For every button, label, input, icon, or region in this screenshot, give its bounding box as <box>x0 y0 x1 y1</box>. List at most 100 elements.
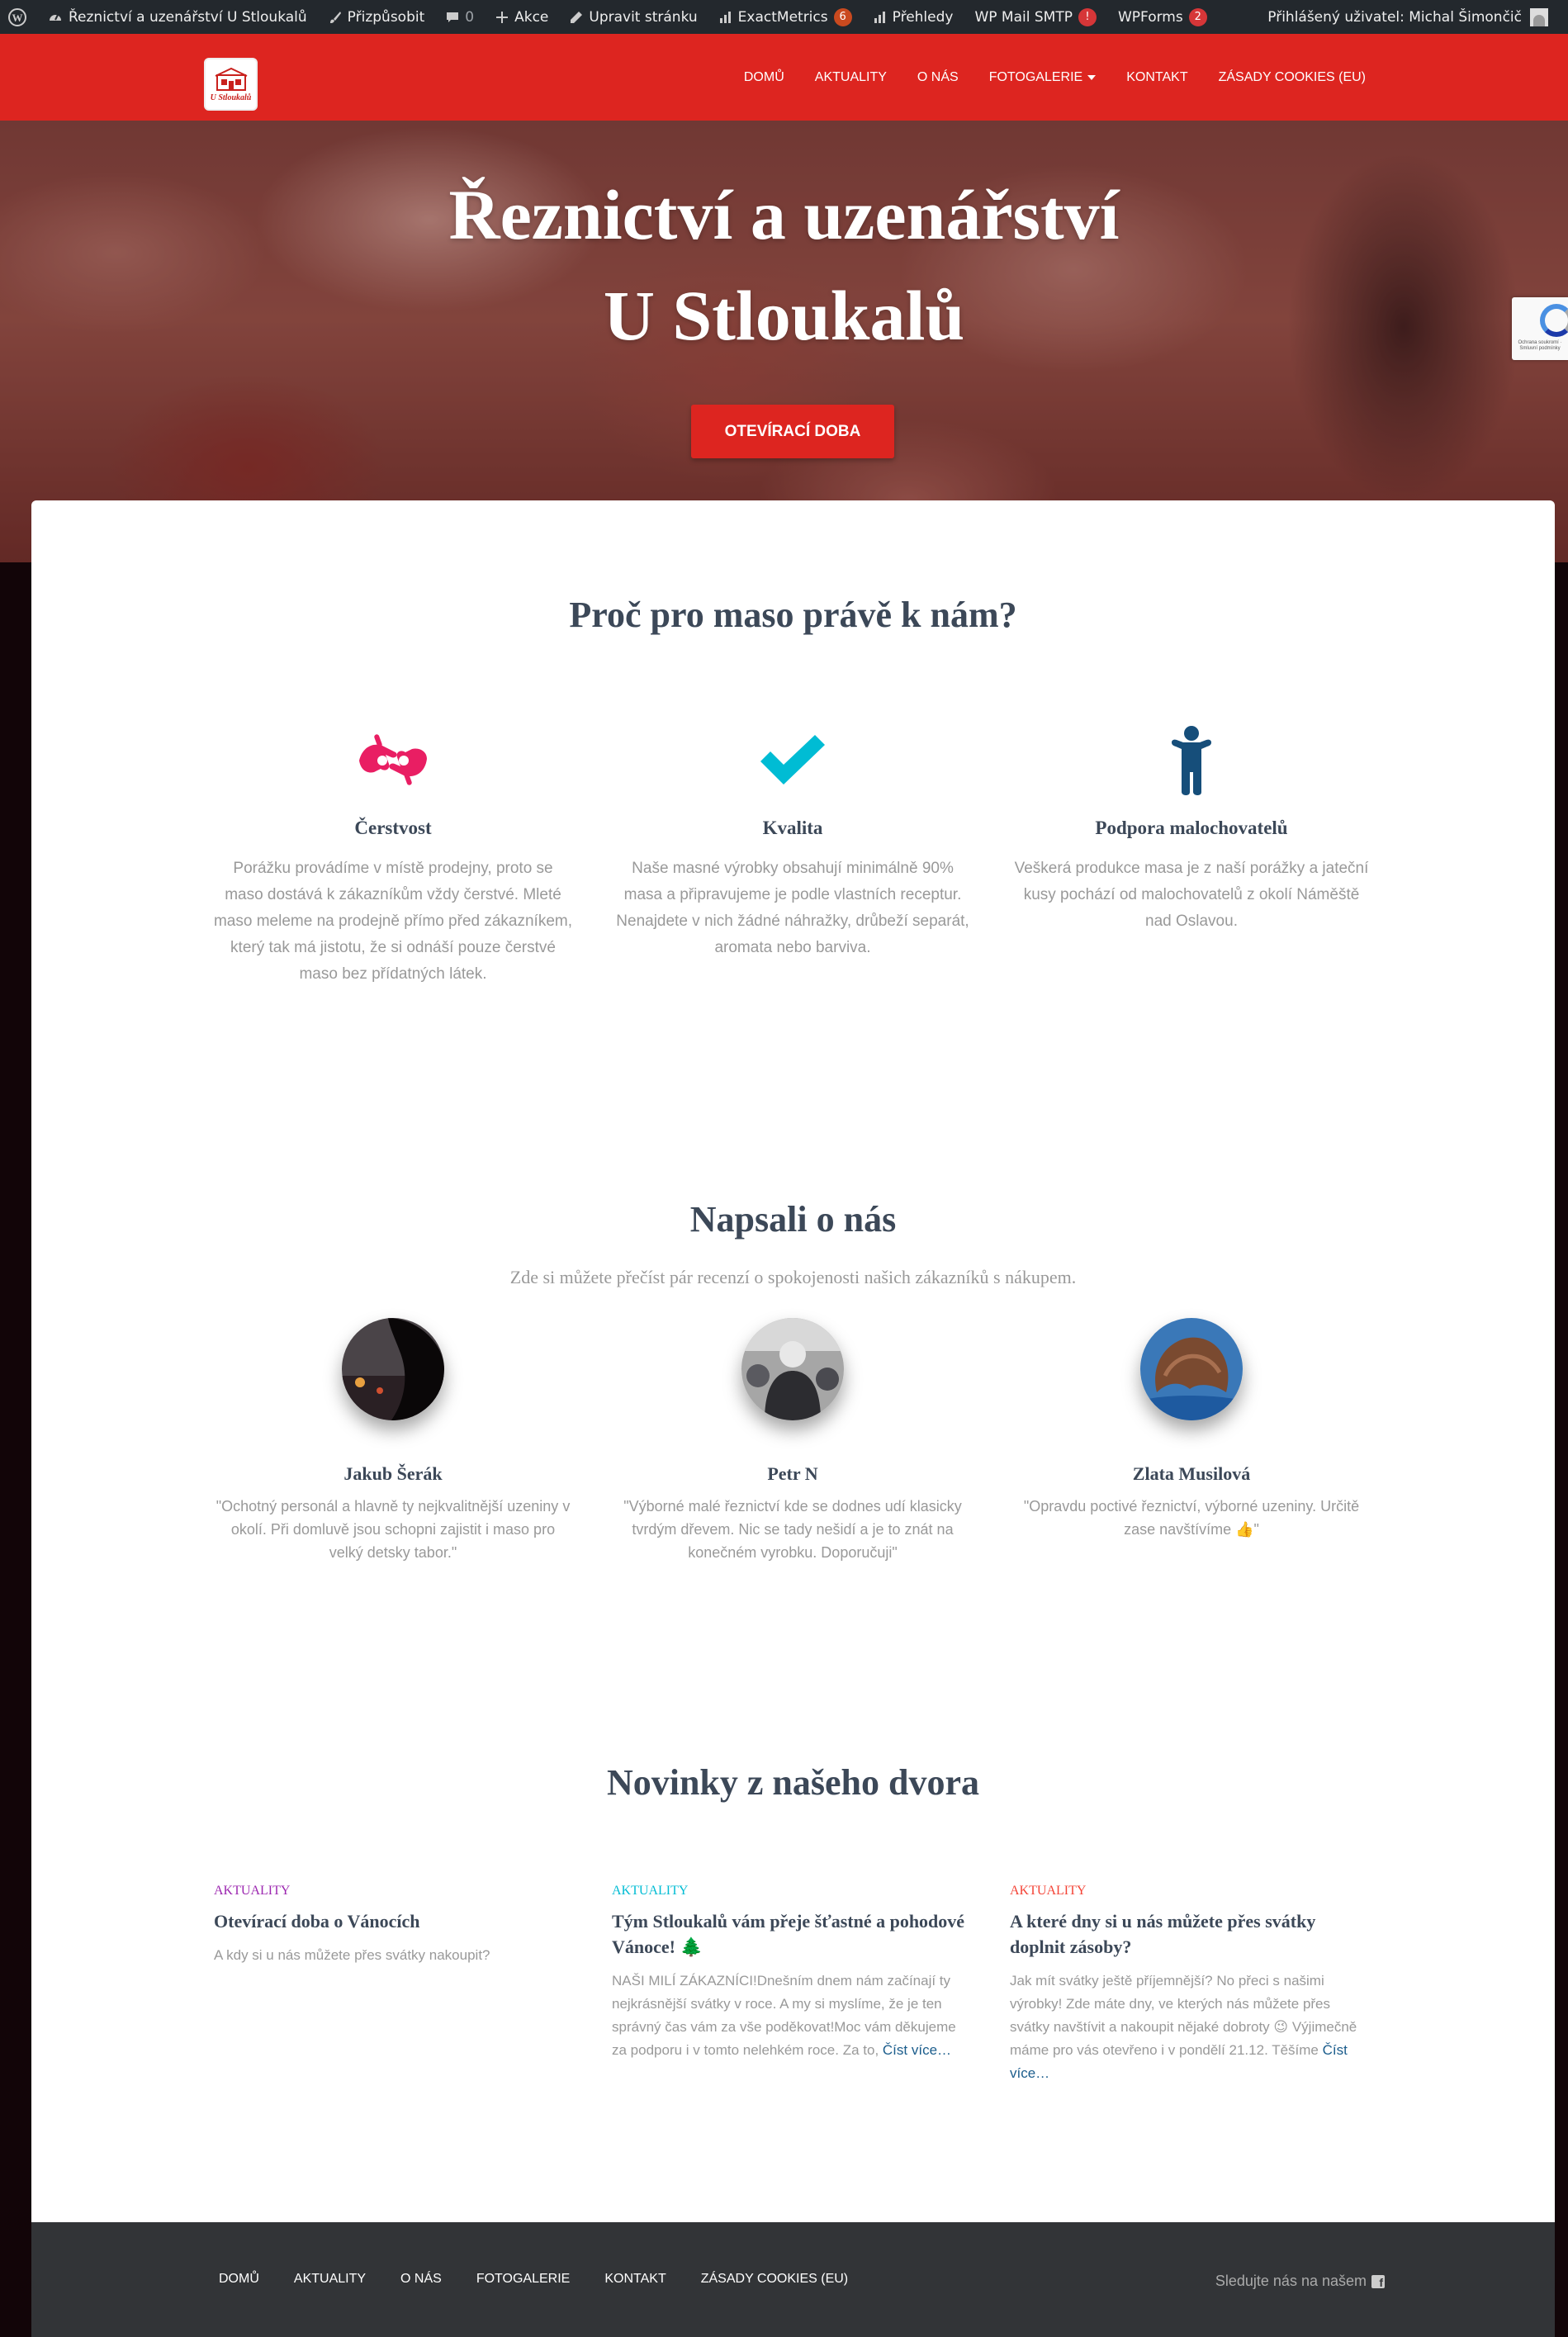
admin-wpforms-badge: 2 <box>1188 7 1207 26</box>
main-navbar: U Stloukalů Domů Aktuality O nás Fotogal… <box>0 34 1568 121</box>
admin-customize[interactable]: Přizpůsobit <box>329 8 425 26</box>
stats-icon <box>874 11 885 23</box>
post-category[interactable]: Aktuality <box>214 1884 574 1899</box>
user-avatar-icon <box>1530 7 1548 26</box>
avatar <box>741 1318 844 1420</box>
testimonial-text: "Výborné malé řeznictví kde se dodnes ud… <box>623 1498 962 1561</box>
post-title[interactable]: Tým Stloukalů vám přeje šťastné a pohodo… <box>612 1908 972 1960</box>
nav-menu: Domů Aktuality O nás Fotogalerie Kontakt… <box>744 34 1366 121</box>
footer-follow[interactable]: Sledujte nás na našem f <box>1215 2273 1385 2290</box>
recaptcha-badge[interactable]: Ochrana soukromí · Smluvní podmínky <box>1512 297 1568 360</box>
footer-link-cookies[interactable]: Zásady cookies (EU) <box>701 2272 848 2287</box>
nav-item-news[interactable]: Aktuality <box>815 70 887 85</box>
footer-link-home[interactable]: Domů <box>219 2272 259 2287</box>
nav-item-contact[interactable]: Kontakt <box>1126 70 1187 85</box>
footer-link-contact[interactable]: Kontakt <box>604 2272 666 2287</box>
post-excerpt: Jak mít svátky ještě příjemnější? No pře… <box>1010 1970 1370 2085</box>
features-title: Proč pro maso právě k nám? <box>569 595 1017 635</box>
footer-link-about[interactable]: O nás <box>400 2272 442 2287</box>
post-excerpt: A kdy si u nás můžete přes svátky nakoup… <box>214 1947 490 1963</box>
feature-freshness: Čerstvost Porážku provádíme v místě prod… <box>213 723 573 988</box>
pencil-icon <box>571 11 583 23</box>
admin-wp-mail-smtp[interactable]: WP Mail SMTP ! <box>974 7 1097 26</box>
post-category[interactable]: Aktuality <box>1010 1884 1370 1899</box>
footer-link-gallery[interactable]: Fotogalerie <box>476 2272 571 2287</box>
feature-text: Naše masné výrobky obsahují minimálně 90… <box>616 860 969 956</box>
facebook-icon: f <box>1371 2274 1385 2288</box>
testimonial-name: Zlata Musilová <box>1132 1463 1251 1484</box>
testimonial-name: Jakub Šerák <box>343 1463 443 1484</box>
testimonials-subtitle: Zde si můžete přečíst pár recenzí o spok… <box>509 1267 1077 1287</box>
admin-account[interactable]: Přihlášený uživatel: Michal Šimončič <box>1267 7 1548 26</box>
feature-text: Veškerá produkce masa je z naší porážky … <box>1014 860 1369 930</box>
testimonial-card: Zlata Musilová "Opravdu poctivé řeznictv… <box>1011 1318 1371 1541</box>
admin-site-name[interactable]: Řeznictví a uzenářství U Stloukalů <box>48 9 307 26</box>
testimonial-card: Jakub Šerák "Ochotný personál a hlavně t… <box>213 1318 573 1564</box>
admin-customize-label: Přizpůsobit <box>347 8 425 26</box>
avatar <box>342 1318 444 1420</box>
testimonial-text: "Opravdu poctivé řeznictví, výborné uzen… <box>1023 1498 1360 1538</box>
checkmark-icon <box>613 723 973 798</box>
admin-new-label: Akce <box>514 8 549 26</box>
hero-title: Řeznictví a uzenářství U Stloukalů <box>0 164 1568 366</box>
post-card: Aktuality A které dny si u nás můžete př… <box>1010 1884 1370 2085</box>
admin-new[interactable]: Akce <box>495 9 548 26</box>
comment-icon <box>447 12 459 22</box>
hero-section: Řeznictví a uzenářství U Stloukalů OTEVÍ… <box>0 121 1568 562</box>
site-logo[interactable]: U Stloukalů <box>204 58 258 111</box>
admin-exactmetrics-badge: 6 <box>833 7 852 26</box>
recaptcha-icon <box>1540 304 1568 337</box>
nav-item-gallery-label: Fotogalerie <box>988 69 1083 84</box>
nav-item-about[interactable]: O nás <box>917 70 959 85</box>
feature-title: Čerstvost <box>354 818 432 838</box>
admin-overviews-label: Přehledy <box>892 8 954 26</box>
admin-comments[interactable]: 0 <box>446 9 474 26</box>
footer-follow-label: Sledujte nás na našem <box>1215 2273 1367 2289</box>
shop-logo-icon <box>215 67 247 91</box>
feature-text: Porážku provádíme v místě prodejny, prot… <box>213 860 573 983</box>
admin-account-label: Přihlášený uživatel: Michal Šimončič <box>1267 8 1522 26</box>
feature-farmers: Podpora malochovatelů Veškerá produkce m… <box>1011 723 1371 935</box>
admin-wp-mail-smtp-label: WP Mail SMTP <box>974 8 1073 26</box>
main-content: Proč pro maso právě k nám? Čerstvost Por… <box>31 500 1555 2222</box>
feature-quality: Kvalita Naše masné výrobky obsahují mini… <box>613 723 973 961</box>
admin-edit-page[interactable]: Upravit stránku <box>570 8 698 26</box>
testimonials-title: Napsali o nás <box>689 1199 897 1240</box>
chevron-down-icon <box>1087 74 1097 80</box>
post-category[interactable]: Aktuality <box>612 1884 972 1899</box>
nav-item-gallery[interactable]: Fotogalerie <box>989 70 1097 85</box>
admin-exactmetrics[interactable]: ExactMetrics 6 <box>719 7 852 26</box>
nav-item-cookies[interactable]: Zásady cookies (EU) <box>1219 70 1366 85</box>
admin-wpforms[interactable]: WPForms 2 <box>1118 7 1207 26</box>
admin-comments-count: 0 <box>465 8 475 26</box>
hero-title-line-2: U Stloukalů <box>603 276 965 355</box>
logo-text: U Stloukalů <box>210 92 252 102</box>
site-footer: Domů Aktuality O nás Fotogalerie Kontakt… <box>31 2222 1555 2337</box>
post-excerpt-text: Jak mít svátky ještě příjemnější? No pře… <box>1010 1973 1357 2058</box>
post-card: Aktuality Otevírací doba o Vánocích A kd… <box>214 1884 574 1967</box>
brush-icon <box>329 11 341 23</box>
wordpress-logo-icon[interactable]: W <box>8 7 26 26</box>
testimonial-text: "Ochotný personál a hlavně ty nejkvalitn… <box>216 1498 571 1561</box>
post-title[interactable]: A které dny si u nás můžete přes svátky … <box>1010 1908 1370 1960</box>
news-title: Novinky z našeho dvora <box>606 1762 980 1803</box>
feature-title: Kvalita <box>762 818 823 838</box>
opening-hours-button[interactable]: OTEVÍRACÍ DOBA <box>691 405 894 458</box>
dashboard-icon <box>50 14 61 21</box>
hands-icon <box>213 723 573 798</box>
post-title[interactable]: Otevírací doba o Vánocích <box>214 1908 574 1934</box>
admin-overviews[interactable]: Přehledy <box>874 8 954 26</box>
nav-item-home[interactable]: Domů <box>744 70 784 85</box>
post-card: Aktuality Tým Stloukalů vám přeje šťastn… <box>612 1884 972 2062</box>
plus-icon <box>496 11 509 23</box>
testimonial-card: Petr N "Výborné malé řeznictví kde se do… <box>613 1318 973 1564</box>
admin-exactmetrics-label: ExactMetrics <box>737 8 828 26</box>
footer-link-news[interactable]: Aktuality <box>294 2272 366 2287</box>
read-more-link[interactable]: Číst více… <box>883 2042 951 2058</box>
admin-edit-page-label: Upravit stránku <box>589 8 698 26</box>
admin-wp-mail-smtp-badge: ! <box>1078 7 1097 26</box>
recaptcha-text: Ochrana soukromí · Smluvní podmínky <box>1518 340 1562 351</box>
feature-title: Podpora malochovatelů <box>1095 818 1288 838</box>
hero-title-line-1: Řeznictví a uzenářství <box>448 175 1120 254</box>
person-icon <box>1011 723 1371 798</box>
